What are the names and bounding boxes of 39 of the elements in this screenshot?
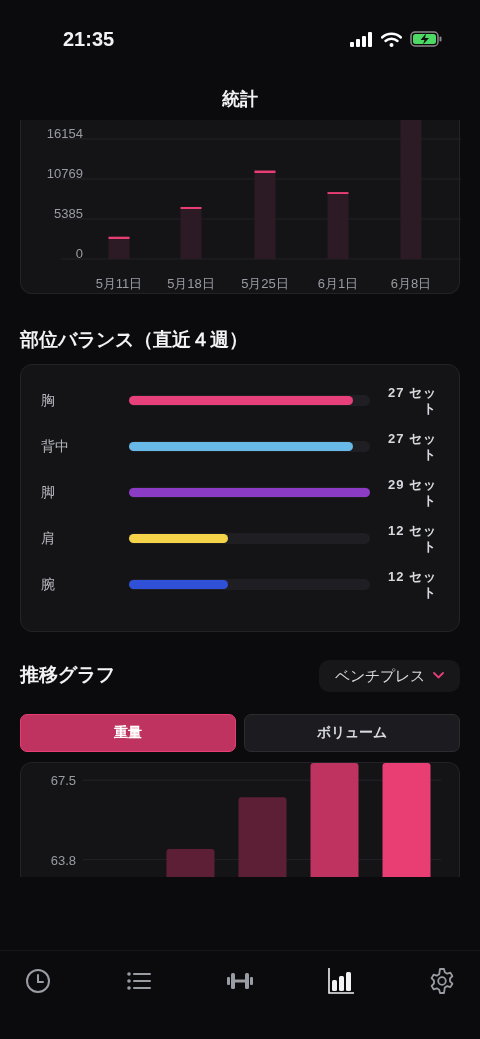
part-label: 腕 — [41, 575, 56, 595]
chart-bar — [327, 192, 349, 259]
chart-bar — [180, 206, 202, 259]
axis-label: 5月11日 — [95, 276, 143, 291]
clock-time: 21:35 — [63, 27, 115, 52]
segment-tab[interactable]: ボリューム — [244, 713, 460, 752]
chart-bar — [166, 848, 215, 877]
axis-label: 0 — [75, 246, 83, 261]
segment-tab[interactable]: 重量 — [20, 713, 236, 752]
part-label: 脚 — [41, 483, 56, 503]
part-label: 胸 — [41, 391, 56, 411]
axis-label: 5月25日 — [241, 276, 289, 291]
axis-label: 63.8 — [50, 852, 76, 868]
axis-label: 6月8日 — [390, 276, 432, 291]
bar-chart-icon — [327, 967, 355, 995]
page-title: 統計 — [222, 87, 258, 111]
part-label: 背中 — [41, 437, 70, 457]
set-count: 12 セット — [386, 522, 437, 555]
axis-label: 16154 — [46, 125, 83, 141]
wifi-icon — [381, 31, 402, 47]
exercise-dropdown[interactable]: ベンチプレス — [319, 659, 460, 692]
clock-icon — [24, 967, 52, 995]
axis-label: 6月1日 — [317, 276, 359, 291]
set-count: 27 セット — [386, 430, 437, 463]
section-title: 推移グラフ — [20, 664, 115, 688]
axis-label: 67.5 — [50, 773, 76, 788]
battery-charging-icon — [410, 31, 442, 47]
section-title: 部位バランス（直近４週） — [20, 329, 249, 352]
axis-label: 5385 — [54, 205, 83, 221]
part-label: 肩 — [41, 529, 56, 549]
chevron-down-icon — [433, 672, 444, 680]
set-count: 12 セット — [386, 568, 437, 601]
signal-icon — [350, 31, 373, 47]
axis-label: 5月18日 — [167, 276, 215, 291]
set-count: 27 セット — [386, 384, 437, 417]
chart-bar — [108, 236, 130, 259]
set-count: 29 セット — [386, 476, 437, 509]
settings-icon — [428, 967, 456, 995]
axis-label: 10769 — [46, 165, 83, 181]
